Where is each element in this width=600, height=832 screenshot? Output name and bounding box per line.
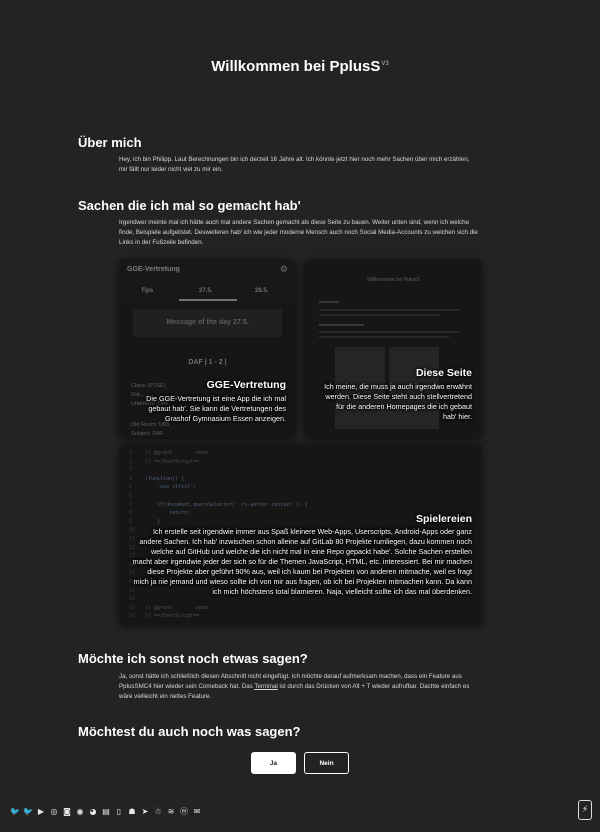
youtube-icon[interactable]: ▶ xyxy=(36,806,46,816)
mail-icon[interactable]: ✉ xyxy=(192,806,202,816)
card-title: Diese Seite xyxy=(415,367,472,379)
code-line: 9 } xyxy=(129,518,161,525)
lightning-icon[interactable]: ⚡ xyxy=(578,800,592,820)
code-line: 6 xyxy=(129,493,133,499)
mastodon-icon[interactable]: ⓜ xyxy=(179,806,189,816)
about-heading: Über mich xyxy=(78,135,142,150)
code-line: 2// ==/UserScript== xyxy=(129,458,200,465)
project-card-diese-seite[interactable]: Willkommen bei PplusS Diese Seite Ich me… xyxy=(305,259,482,437)
code-line: 20// ==/UserScript== xyxy=(129,613,200,620)
card-description: Die GGE-Vertretung ist eine App die ich … xyxy=(146,394,286,423)
yes-button[interactable]: Ja xyxy=(251,752,296,774)
discord-icon[interactable]: ◙ xyxy=(62,806,72,816)
projects-heading: Sachen die ich mal so gemacht hab' xyxy=(78,198,301,213)
extra-text: Ja, sonst hätte ich schließlich diesen A… xyxy=(119,673,470,700)
card-description: Ich erstelle seit irgendwie immer aus Sp… xyxy=(132,527,472,596)
project-card-spielereien[interactable]: 1// @grant none 2// ==/UserScript== 3 4 (fun… xyxy=(119,444,482,624)
code-line: 7 if(document.querySelector('.rs-author-… xyxy=(129,501,308,508)
project-card-gge[interactable]: GGE-Vertretung ⚙ Tips 27.5. 28.5. Messag… xyxy=(119,259,296,437)
code-line: 19// @grant none xyxy=(129,604,209,611)
code-line: 5 'use strict'; xyxy=(129,484,197,491)
book-icon[interactable]: ▯ xyxy=(114,806,124,816)
instagram-icon[interactable]: ◎ xyxy=(49,806,59,816)
no-button[interactable]: Nein xyxy=(304,752,349,774)
feedback-heading: Möchtest du auch noch was sagen? xyxy=(78,724,301,739)
page-title: Willkommen bei PplusSV3 xyxy=(211,58,389,75)
mini-page-title: Willkommen bei PplusS xyxy=(367,277,420,283)
version-badge: V3 xyxy=(381,61,389,67)
twitch-icon[interactable]: ▤ xyxy=(101,806,111,816)
about-text: Hey, ich bin Philipp. Laut Berechnungen … xyxy=(119,156,470,173)
terminal-link[interactable]: Terminal xyxy=(254,683,277,690)
code-line: 8 return; xyxy=(129,510,191,517)
steam-icon[interactable]: ◉ xyxy=(75,806,85,816)
spotify-icon[interactable]: ◕ xyxy=(88,806,98,816)
gge-mock-tabs: Tips 27.5. 28.5. xyxy=(119,281,296,301)
snapchat-icon[interactable]: ☃ xyxy=(153,806,163,816)
twitter-icon[interactable]: 🐦 xyxy=(10,806,20,816)
code-line: 18 xyxy=(129,596,136,603)
twitter-icon[interactable]: 🐦 xyxy=(23,806,33,816)
soundcloud-icon[interactable]: ≋ xyxy=(166,806,176,816)
gear-icon: ⚙ xyxy=(279,264,288,274)
card-description: Ich meine, die muss ja auch irgendwo erw… xyxy=(324,382,472,421)
card-title: Spielereien xyxy=(415,513,472,525)
projects-text: Irgendwer meinte mal ich hätte auch mal … xyxy=(119,219,478,246)
extra-heading: Möchte ich sonst noch etwas sagen? xyxy=(78,651,308,666)
telegram-icon[interactable]: ➤ xyxy=(140,806,150,816)
card-title: GGE-Vertretung xyxy=(206,379,286,391)
social-links: 🐦 🐦 ▶ ◎ ◙ ◉ ◕ ▤ ▯ ☗ ➤ ☃ ≋ ⓜ ✉ xyxy=(10,806,202,816)
code-line: 4 (function() { xyxy=(129,475,185,482)
code-line: 1// @grant none xyxy=(129,450,209,456)
gge-mock-motd: Message of the day 27.5. xyxy=(133,309,282,337)
code-line: 3 xyxy=(129,467,133,474)
android-icon[interactable]: ☗ xyxy=(127,806,137,816)
gge-mock-entry: DAF | 1 - 2 | xyxy=(188,359,227,366)
gge-mock-header: GGE-Vertretung ⚙ xyxy=(119,259,296,281)
